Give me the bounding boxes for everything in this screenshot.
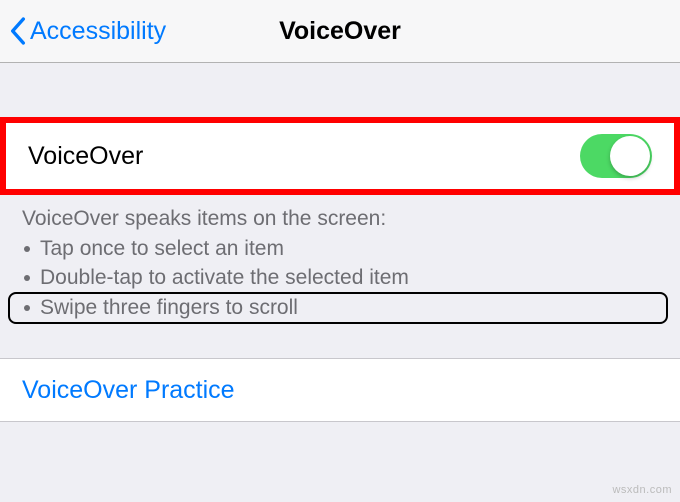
voiceover-switch[interactable] (580, 134, 652, 178)
back-label: Accessibility (30, 17, 166, 46)
voiceover-practice-label: VoiceOver Practice (22, 376, 235, 405)
switch-knob (610, 136, 650, 176)
voiceover-toggle-row[interactable]: VoiceOver (6, 123, 674, 189)
voiceover-practice-row[interactable]: VoiceOver Practice (0, 358, 680, 422)
back-button[interactable]: Accessibility (0, 17, 166, 46)
voiceover-toggle-label: VoiceOver (28, 142, 143, 171)
navigation-bar: Accessibility VoiceOver (0, 0, 680, 63)
description-item: Tap once to select an item (22, 235, 658, 263)
description-item-focused: Swipe three fingers to scroll (8, 292, 668, 324)
description-item: Double-tap to activate the selected item (22, 264, 658, 292)
watermark: wsxdn.com (612, 484, 672, 496)
description-heading: VoiceOver speaks items on the screen: (22, 205, 658, 233)
bullet-icon (24, 246, 30, 252)
voiceover-toggle-highlight: VoiceOver (0, 117, 680, 195)
bullet-icon (24, 275, 30, 281)
chevron-left-icon (10, 17, 26, 45)
voiceover-description: VoiceOver speaks items on the screen: Ta… (0, 195, 680, 324)
bullet-icon (24, 305, 30, 311)
page-title: VoiceOver (279, 17, 401, 46)
